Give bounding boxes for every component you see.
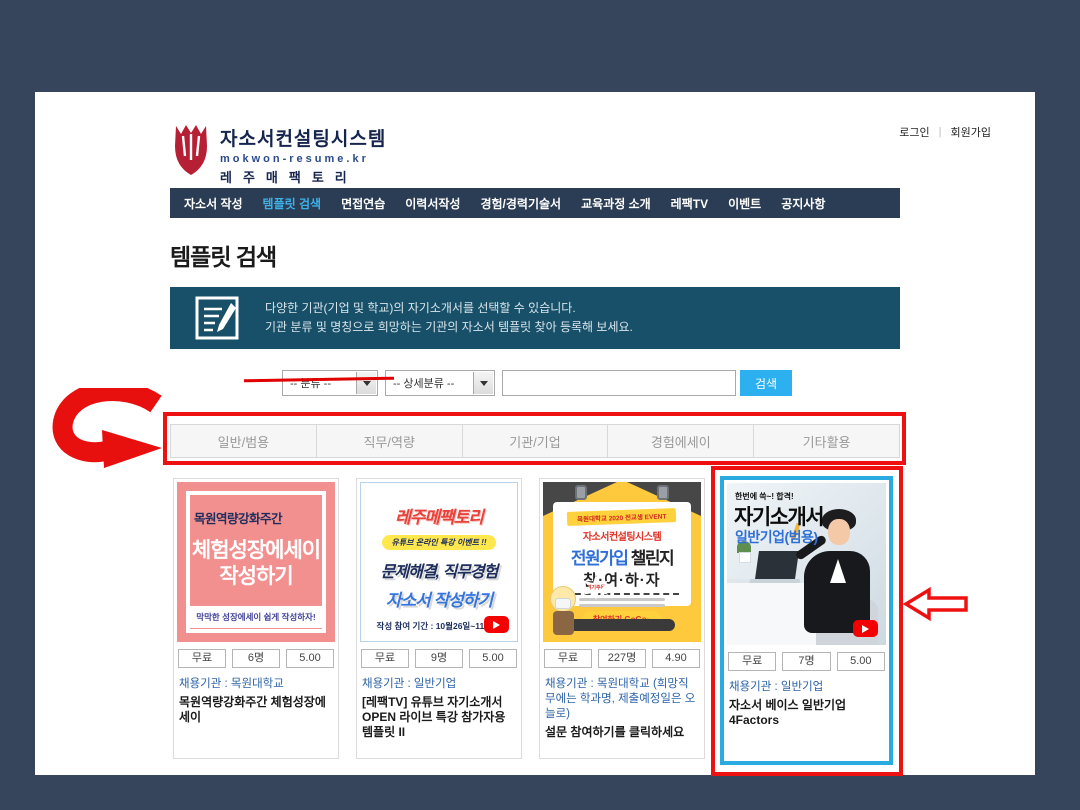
poster-title: 전원가입 챌린지	[553, 544, 691, 569]
poster-badge: 유튜브 온라인 특강 이벤트 !!	[382, 535, 495, 550]
card-title: [레팩TV] 유튜브 자기소개서 OPEN 라이브 특강 참가자용 템플릿 II	[360, 695, 518, 740]
card-stats: 무료 227명 4.90	[543, 649, 701, 668]
nav-item-interview[interactable]: 면접연습	[331, 195, 395, 212]
poster-brand: 자소서컨설팅시스템	[553, 528, 691, 543]
poster-brand: 레주메팩토리	[361, 503, 517, 528]
poster-title: 문제해결, 직무경험	[361, 558, 517, 582]
nav-item-template-search[interactable]: 템플릿 검색	[253, 195, 332, 212]
poster-caption: 막막한 성장에세이 쉽게 작성하자!	[190, 606, 322, 628]
laptop	[755, 551, 799, 579]
poster-title: 자소서 작성하기	[361, 586, 517, 611]
logo-subtitle: 레주매팩토리	[220, 167, 386, 186]
card-title: 목원역량강화주간 체험성장에세이	[177, 695, 335, 725]
logo-crest-icon	[170, 122, 212, 178]
logo-title: 자소서컨설팅시스템	[220, 124, 386, 151]
tab-organization[interactable]: 기관/기업	[463, 425, 609, 457]
binder-clip-icon	[657, 485, 669, 500]
nav-item-event[interactable]: 이벤트	[718, 195, 771, 212]
poster-image-3: 목원대학교 2020 전교생 EVENT 자소서컨설팅시스템 전원가입 챌린지 …	[543, 482, 701, 642]
poster-image-4: 한번에 쓱~! 합격! 자기소개서 일반기업(범용)	[727, 483, 886, 645]
app: 자소서컨설팅시스템 mokwon-resume.kr 레주매팩토리 로그인 | …	[0, 0, 1080, 810]
card-org: 채용기관 : 목원대학교	[177, 677, 335, 692]
banner-text: 다양한 기관(기업 및 학교)의 자기소개서를 선택할 수 있습니다. 기관 분…	[265, 299, 633, 337]
card-org: 채용기관 : 목원대학교 (희망직무에는 학과명, 제출예정일은 오늘로)	[543, 677, 701, 722]
poster-ribbon: 목원대학교 2020 전교생 EVENT	[567, 508, 677, 526]
card-org: 채용기관 : 일반기업	[360, 677, 518, 692]
poster-footer-bar	[569, 619, 675, 631]
card-stats: 무료 7명 5.00	[727, 652, 886, 671]
signup-link[interactable]: 회원가입	[951, 124, 991, 140]
main-nav: 자소서 작성 템플릿 검색 면접연습 이력서작성 경험/경력기술서 교육과정 소…	[170, 188, 900, 218]
count-badge: 7명	[782, 652, 830, 671]
binder-clip-icon	[575, 485, 587, 500]
category-select[interactable]: -- 분류 --	[282, 370, 378, 396]
rating-badge: 5.00	[837, 652, 885, 671]
youtube-play-icon	[853, 620, 878, 637]
price-badge: 무료	[361, 649, 409, 668]
youtube-play-icon	[484, 616, 509, 633]
nav-item-experience[interactable]: 경험/경력기술서	[470, 195, 571, 212]
login-link[interactable]: 로그인	[899, 124, 929, 140]
template-card-2[interactable]: 레주메팩토리 유튜브 온라인 특강 이벤트 !! 문제해결, 직무경험 자소서 …	[356, 478, 522, 759]
page-title: 템플릿 검색	[170, 238, 276, 272]
mascot-character	[547, 586, 581, 638]
search-input[interactable]	[502, 370, 736, 396]
info-banner: 다양한 기관(기업 및 학교)의 자기소개서를 선택할 수 있습니다. 기관 분…	[170, 287, 900, 349]
card-title: 자소서 베이스 일반기업 4Factors	[727, 698, 886, 728]
poster-tag: 목원역량강화주간	[194, 508, 282, 527]
divider: |	[939, 126, 942, 138]
logo-domain: mokwon-resume.kr	[220, 153, 386, 165]
card-org: 채용기관 : 일반기업	[727, 680, 886, 695]
tab-job-competency[interactable]: 직무/역량	[317, 425, 463, 457]
nav-item-write[interactable]: 자소서 작성	[174, 195, 253, 212]
poster-subtitle: 일반기업(범용)	[735, 527, 818, 547]
fine-print-line	[579, 604, 665, 607]
template-card-1[interactable]: 목원역량강화주간 체험성장에세이 작성하기 막막한 성장에세이 쉽게 작성하자!…	[173, 478, 339, 759]
count-badge: 6명	[232, 649, 280, 668]
search-button[interactable]: 검색	[740, 370, 792, 396]
chevron-down-icon	[473, 372, 493, 394]
fine-print-line	[579, 598, 665, 601]
template-card-4-highlighted[interactable]: 한번에 쓱~! 합격! 자기소개서 일반기업(범용) 무료 7명 5.00 채용…	[720, 476, 893, 765]
chevron-down-icon	[356, 372, 376, 394]
face-mask	[555, 598, 571, 609]
page: 자소서컨설팅시스템 mokwon-resume.kr 레주매팩토리 로그인 | …	[35, 92, 1035, 775]
tab-experience-essay[interactable]: 경험에세이	[608, 425, 754, 457]
nav-item-notice[interactable]: 공지사항	[771, 195, 835, 212]
dashed-divider	[565, 593, 679, 595]
tab-general[interactable]: 일반/범용	[171, 425, 317, 457]
rating-badge: 4.90	[652, 649, 700, 668]
poster-title: 작성하기	[177, 560, 335, 590]
search-row: -- 분류 -- -- 상세분류 -- 검색	[35, 370, 1035, 396]
subcategory-select-value: -- 상세분류 --	[393, 375, 454, 391]
rating-badge: 5.00	[286, 649, 334, 668]
account-links: 로그인 | 회원가입	[899, 124, 991, 140]
count-badge: 9명	[415, 649, 463, 668]
rating-badge: 5.00	[469, 649, 517, 668]
card-stats: 무료 6명 5.00	[177, 649, 335, 668]
poster-image-1: 목원역량강화주간 체험성장에세이 작성하기 막막한 성장에세이 쉽게 작성하자!	[177, 482, 335, 642]
site-logo[interactable]: 자소서컨설팅시스템 mokwon-resume.kr 레주매팩토리	[170, 122, 386, 186]
nav-item-resume[interactable]: 이력서작성	[395, 195, 470, 212]
nav-item-curriculum[interactable]: 교육과정 소개	[571, 195, 661, 212]
category-tabs: 일반/범용 직무/역량 기관/기업 경험에세이 기타활용	[170, 424, 900, 458]
banner-line-1: 다양한 기관(기업 및 학교)의 자기소개서를 선택할 수 있습니다.	[265, 299, 633, 318]
price-badge: 무료	[178, 649, 226, 668]
template-card-3[interactable]: 목원대학교 2020 전교생 EVENT 자소서컨설팅시스템 전원가입 챌린지 …	[539, 478, 705, 759]
subcategory-select[interactable]: -- 상세분류 --	[385, 370, 495, 396]
write-document-icon	[195, 296, 239, 340]
banner-line-2: 기관 분류 및 명칭으로 희망하는 기관의 자소서 템플릿 찾아 등록해 보세요…	[265, 318, 633, 337]
tab-etc[interactable]: 기타활용	[754, 425, 899, 457]
nav-item-repack-tv[interactable]: 레팩TV	[661, 195, 718, 212]
card-title: 설문 참여하기를 클릭하세요	[543, 725, 701, 740]
count-badge: 227명	[598, 649, 646, 668]
price-badge: 무료	[544, 649, 592, 668]
price-badge: 무료	[728, 652, 776, 671]
category-select-value: -- 분류 --	[290, 375, 331, 391]
card-stats: 무료 9명 5.00	[360, 649, 518, 668]
poster-image-2: 레주메팩토리 유튜브 온라인 특강 이벤트 !! 문제해결, 직무경험 자소서 …	[360, 482, 518, 642]
